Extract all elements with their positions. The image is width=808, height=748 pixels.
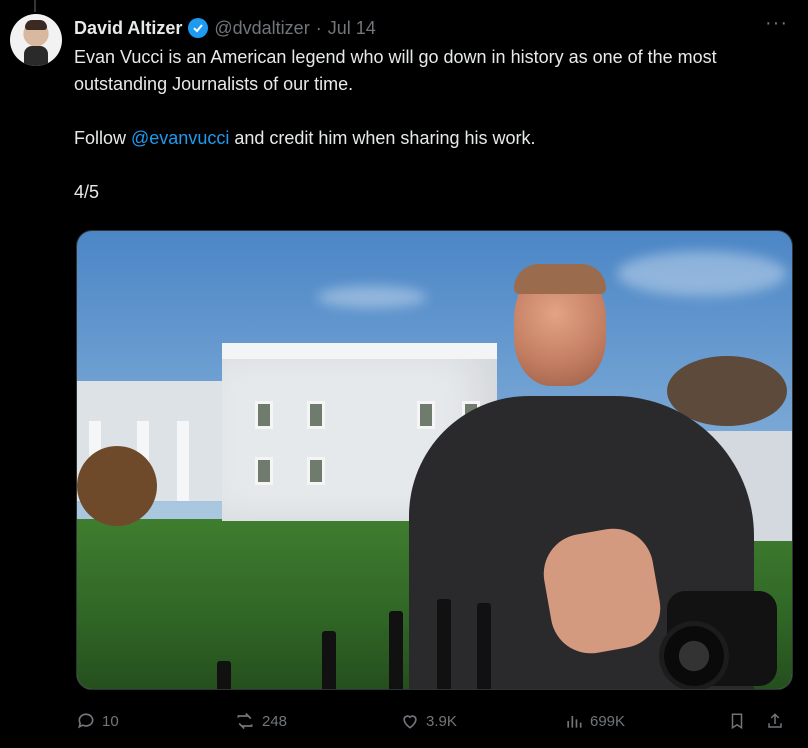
repost-count: 248 [262, 712, 288, 730]
separator-dot: · [315, 17, 322, 38]
fence-post [322, 631, 336, 689]
window [417, 401, 435, 429]
views-count: 699K [590, 712, 626, 730]
verified-badge-icon [188, 18, 209, 38]
fence-post [389, 611, 403, 689]
reply-count: 10 [102, 712, 119, 730]
window [307, 401, 325, 429]
tweet-paragraph-2: Follow @evanvucci and credit him when sh… [74, 125, 794, 152]
views-icon [567, 716, 582, 728]
tweet-header: David Altizer @dvdaltizer · Jul 14 ··· [74, 12, 788, 40]
repost-icon [237, 712, 253, 730]
window [307, 457, 325, 485]
mention-link[interactable]: @evanvucci [131, 128, 229, 148]
column [177, 421, 189, 501]
follow-suffix: and credit him when sharing his work. [229, 128, 536, 148]
person-hair [514, 264, 606, 294]
follow-prefix: Follow [74, 128, 132, 148]
author-name[interactable]: David Altizer [74, 18, 182, 39]
like-count: 3.9K [426, 712, 457, 730]
views-button[interactable]: 699K [564, 706, 625, 736]
bookmark-icon [731, 713, 743, 730]
share-icon [768, 713, 782, 728]
thread-connector-line [34, 0, 36, 12]
window [255, 457, 273, 485]
more-icon[interactable]: ··· [765, 12, 788, 35]
fence-post [217, 661, 231, 689]
tree [77, 446, 157, 526]
author-handle[interactable]: @dvdaltizer [214, 18, 309, 39]
reply-icon [78, 713, 94, 729]
like-icon [403, 715, 417, 729]
bookmark-button[interactable] [728, 706, 746, 736]
tweet-text: Evan Vucci is an American legend who wil… [74, 44, 794, 233]
tweet-photo[interactable] [76, 230, 793, 690]
tweet-paragraph-1: Evan Vucci is an American legend who wil… [74, 47, 717, 94]
thread-counter: 4/5 [74, 182, 100, 202]
repost-button[interactable]: 248 [234, 706, 287, 736]
like-button[interactable]: 3.9K [400, 706, 457, 736]
cloud [617, 251, 787, 296]
fence-post [477, 603, 491, 689]
white-house-roofline [222, 343, 497, 359]
avatar[interactable] [10, 14, 62, 66]
share-button[interactable] [766, 706, 784, 736]
camera-lens [659, 621, 729, 689]
cloud [317, 286, 427, 308]
fence-post [437, 599, 451, 689]
reply-button[interactable]: 10 [76, 706, 119, 736]
tweet-actions: 10 248 3.9K 699K [74, 706, 794, 736]
window [255, 401, 273, 429]
tweet-date[interactable]: Jul 14 [328, 18, 376, 39]
